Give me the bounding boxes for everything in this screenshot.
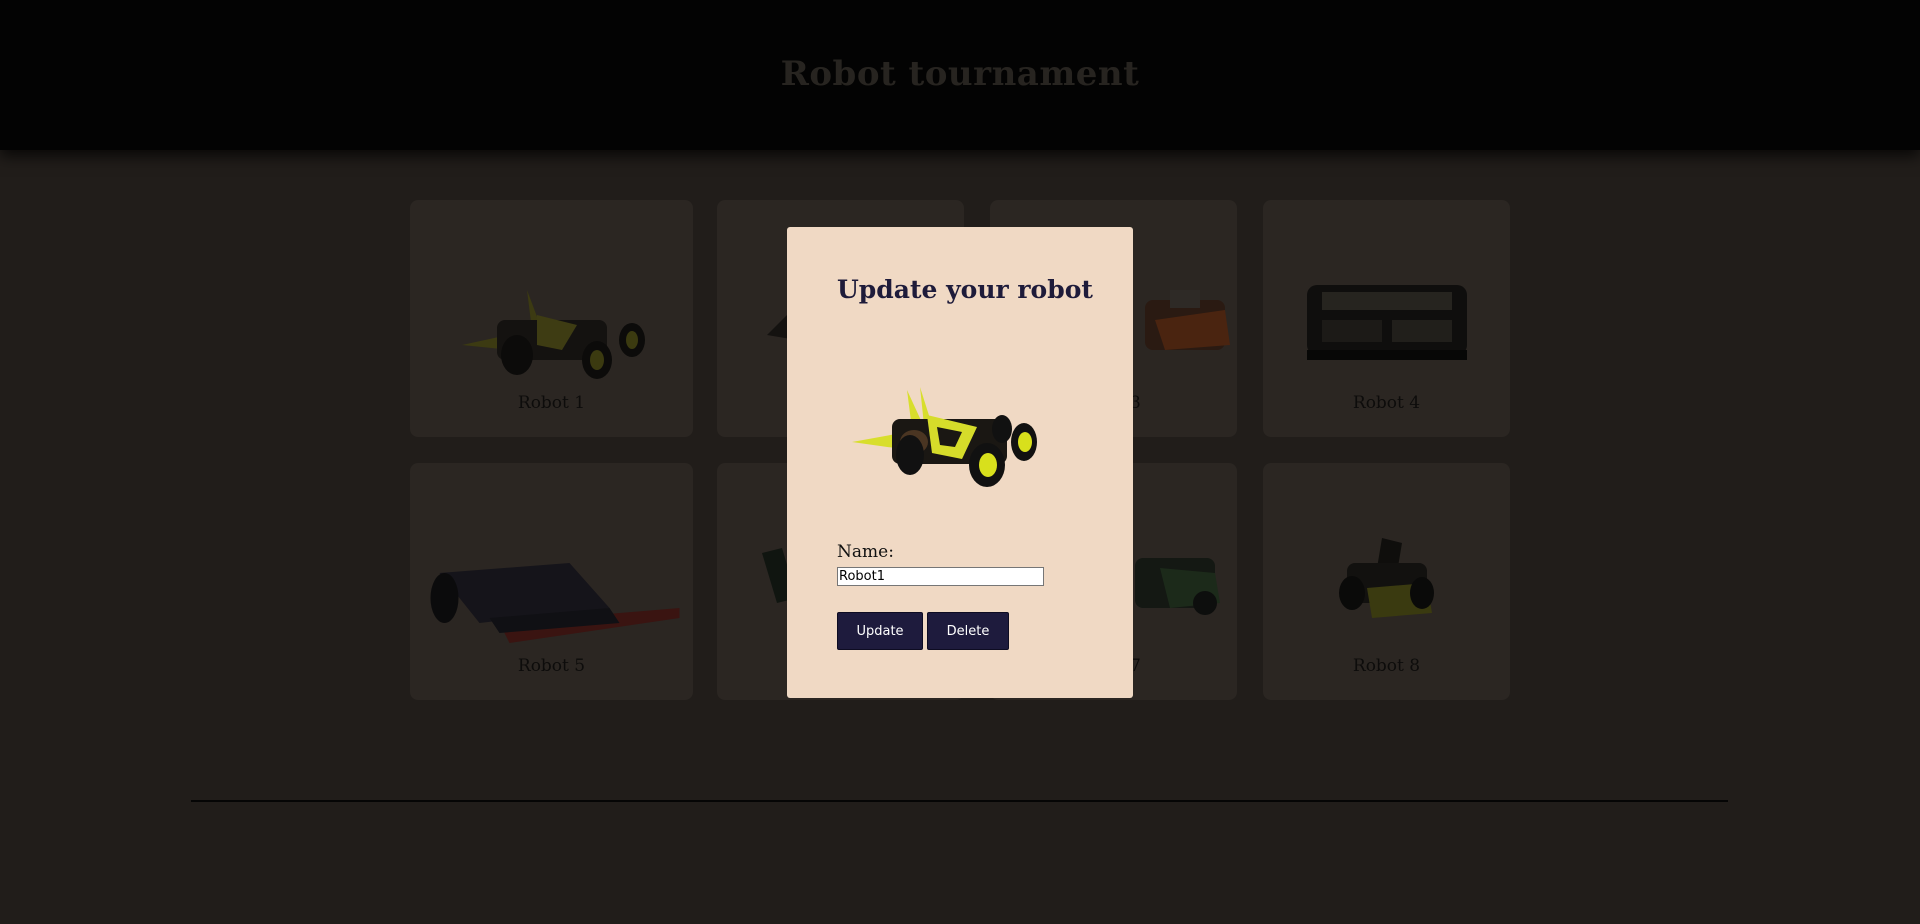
- robot-card-label: Robot 4: [1352, 393, 1421, 413]
- robot-1-preview-image: [852, 387, 1037, 487]
- robot-card-label: Robot 8: [1352, 656, 1421, 676]
- robot-card-label: Robot 5: [517, 656, 586, 676]
- robot-card[interactable]: Robot 4: [1263, 200, 1510, 437]
- robot-4-image: [1306, 285, 1467, 360]
- page-title: Robot tournament: [780, 54, 1140, 94]
- name-input[interactable]: [837, 567, 1044, 586]
- robot-card[interactable]: Robot 8: [1263, 463, 1510, 700]
- footer-divider: [191, 800, 1728, 802]
- robot-card-label: Robot 1: [517, 393, 586, 413]
- robot-8-image: [1338, 538, 1434, 618]
- update-robot-modal: Update your robot Name: Update Delete: [787, 227, 1133, 698]
- page-header: Robot tournament: [0, 0, 1920, 150]
- name-label: Name:: [837, 542, 894, 562]
- robot-5-image: [430, 563, 679, 643]
- delete-button[interactable]: Delete: [927, 612, 1009, 650]
- robot-card[interactable]: Robot 1: [410, 200, 693, 437]
- modal-title: Update your robot: [837, 275, 1093, 304]
- update-button[interactable]: Update: [837, 612, 923, 650]
- robot-7-image: [1135, 558, 1220, 615]
- robot-3-image: [1145, 290, 1230, 350]
- robot-card[interactable]: Robot 5: [410, 463, 693, 700]
- robot-1-image: [461, 290, 645, 379]
